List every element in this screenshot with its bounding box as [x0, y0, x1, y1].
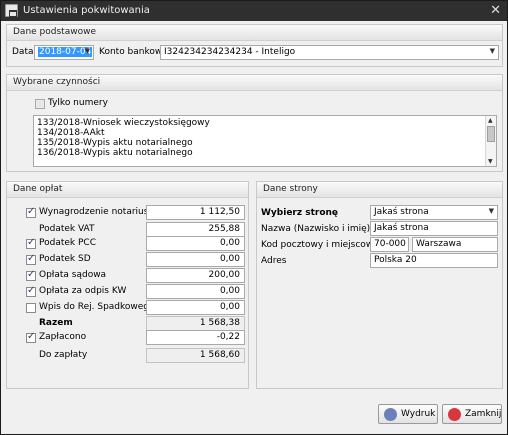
scroll-down-icon[interactable]: ▼ — [488, 158, 493, 165]
actions-list[interactable]: 133/2018-Wniosek wieczystoksięgowy 134/2… — [33, 115, 497, 167]
fee-label: Podatek PCC — [39, 238, 96, 248]
fee-input[interactable]: 0,00 — [146, 252, 245, 267]
list-item[interactable]: 136/2018-Wypis aktu notarialnego — [34, 148, 496, 158]
group-fees-header: Dane opłat — [7, 182, 248, 198]
list-item[interactable]: 133/2018-Wniosek wieczystoksięgowy — [34, 118, 496, 128]
select-party-label: Wybierz stronę — [261, 208, 339, 218]
name-label: Nazwa (Nazwisko i imię) — [261, 224, 371, 234]
chevron-down-icon[interactable]: ▼ — [490, 47, 495, 55]
group-selected-actions: Wybrane czynności Tylko numery 133/2018-… — [6, 74, 503, 172]
fee-label: Opłata sądowa — [39, 270, 107, 280]
fee-input[interactable]: 0,00 — [146, 284, 245, 299]
name-field[interactable]: Jakaś strona — [370, 221, 498, 236]
fee-checkbox[interactable] — [26, 253, 36, 265]
scrollbar[interactable]: ▲ ▼ — [485, 116, 496, 166]
list-item[interactable]: 135/2018-Wypis aktu notarialnego — [34, 138, 496, 148]
fee-label: Podatek VAT — [39, 224, 95, 234]
app-icon — [5, 4, 18, 17]
close-icon[interactable]: ✕ — [490, 3, 501, 18]
fee-input[interactable]: 200,00 — [146, 268, 245, 283]
fee-label: Wpis do Rej. Spadkowego — [39, 302, 155, 312]
total-label: Razem — [39, 318, 73, 328]
fee-input[interactable]: 0,00 — [146, 236, 245, 251]
window-title: Ustawienia pokwitowania — [23, 5, 150, 16]
group-basic-data-header: Dane podstawowe — [7, 25, 502, 41]
city-field[interactable]: Warszawa — [412, 237, 498, 252]
scroll-thumb[interactable] — [487, 126, 495, 142]
fee-label: Opłata za odpis KW — [39, 286, 127, 296]
title-bar: Ustawienia pokwitowania ✕ — [1, 1, 507, 21]
to-pay-label: Do zapłaty — [39, 350, 88, 360]
date-label: Data — [12, 47, 34, 57]
print-button-label: Wydruk — [401, 409, 436, 419]
fee-checkbox[interactable] — [26, 285, 36, 297]
total-value: 1 568,38 — [146, 316, 245, 331]
address-field[interactable]: Polska 20 — [370, 253, 498, 268]
fee-checkbox[interactable] — [26, 269, 36, 281]
fee-input[interactable]: 1 112,50 — [146, 205, 245, 220]
account-value: I324234234234234 - Inteligo — [164, 47, 296, 57]
only-numbers-label: Tylko numery — [48, 98, 108, 108]
fee-label: Wynagrodzenie notariusza — [39, 207, 159, 217]
to-pay-value: 1 568,60 — [146, 348, 245, 363]
paid-label: Zapłacono — [39, 332, 87, 342]
group-party: Dane strony Wybierz stronę Jakaś strona … — [256, 181, 503, 389]
chevron-down-icon[interactable]: ▼ — [85, 47, 90, 55]
scroll-up-icon[interactable]: ▲ — [488, 117, 493, 124]
print-button[interactable]: Wydruk — [378, 404, 438, 424]
postal-code-field[interactable]: 70-000 — [370, 237, 409, 252]
address-label: Adres — [261, 256, 287, 266]
close-button[interactable]: Zamknij — [442, 404, 502, 424]
group-fees: Dane opłat Wynagrodzenie notariusza 1 11… — [6, 181, 249, 389]
only-numbers-checkbox[interactable] — [35, 99, 45, 109]
group-party-header: Dane strony — [257, 182, 502, 198]
cancel-icon — [448, 408, 461, 421]
paid-input[interactable]: -0,22 — [146, 330, 245, 345]
group-basic-data: Dane podstawowe Data 2018-07-04 ▼ Konto … — [6, 24, 503, 67]
account-label: Konto bankowe — [99, 47, 168, 57]
fee-label: Podatek SD — [39, 254, 91, 264]
fee-checkbox[interactable] — [26, 303, 36, 313]
account-dropdown[interactable]: I324234234234234 - Inteligo ▼ — [160, 45, 499, 60]
party-dropdown[interactable]: Jakaś strona ▼ — [370, 205, 498, 220]
date-picker[interactable]: 2018-07-04 ▼ — [34, 45, 94, 60]
printer-icon — [384, 408, 397, 421]
fee-checkbox[interactable] — [26, 206, 36, 218]
fee-input[interactable]: 255,88 — [146, 222, 245, 237]
dialog-window: Ustawienia pokwitowania ✕ Dane podstawow… — [0, 0, 508, 435]
fee-input[interactable]: 0,00 — [146, 300, 245, 315]
group-selected-actions-header: Wybrane czynności — [7, 75, 502, 91]
fee-checkbox[interactable] — [26, 237, 36, 249]
paid-checkbox[interactable] — [26, 331, 36, 343]
close-button-label: Zamknij — [465, 409, 502, 419]
chevron-down-icon[interactable]: ▼ — [489, 207, 494, 215]
party-select-value: Jakaś strona — [374, 207, 429, 217]
list-item[interactable]: 134/2018-AAkt — [34, 128, 496, 138]
